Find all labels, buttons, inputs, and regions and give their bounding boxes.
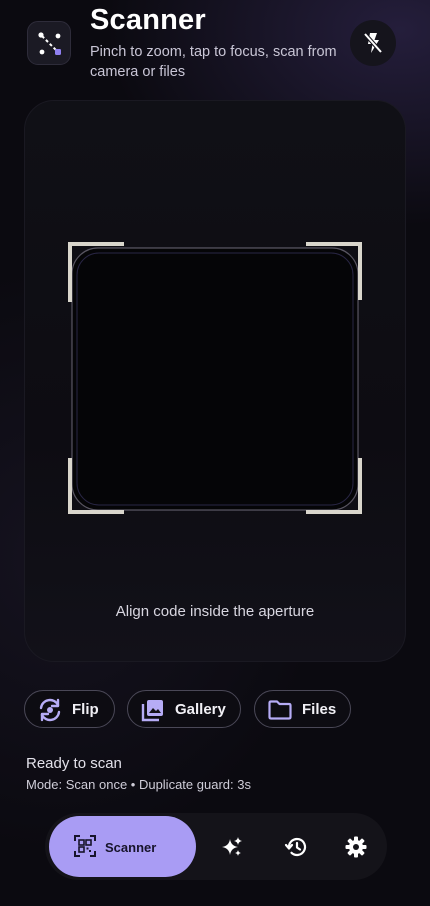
nav-tab-history[interactable] <box>276 827 316 867</box>
nav-tab-ai[interactable] <box>212 827 252 867</box>
nav-tab-settings[interactable] <box>336 827 376 867</box>
gallery-label: Gallery <box>175 701 226 718</box>
flip-camera-button[interactable]: Flip <box>24 690 115 728</box>
qr-scan-icon <box>74 835 96 857</box>
scan-mode-info: Mode: Scan once • Duplicate guard: 3s <box>26 777 251 792</box>
aperture-hint: Align code inside the aperture <box>115 603 315 620</box>
scanner-screen: Scanner Pinch to zoom, tap to focus, sca… <box>0 0 430 906</box>
gallery-button[interactable]: Gallery <box>127 690 241 728</box>
files-label: Files <box>302 701 337 718</box>
files-button[interactable]: Files <box>254 690 351 728</box>
bottom-navigation: Scanner <box>45 813 387 880</box>
settings-icon <box>345 836 367 858</box>
nav-scanner-label: Scanner <box>105 840 157 855</box>
flip-label: Flip <box>72 701 99 718</box>
nav-tab-scanner[interactable]: Scanner <box>49 816 196 877</box>
flip-camera-icon <box>39 698 61 722</box>
scan-status: Ready to scan <box>26 755 122 772</box>
history-icon <box>284 837 307 857</box>
sparkle-icon <box>222 837 242 856</box>
folder-icon <box>268 700 292 720</box>
gallery-icon <box>141 700 163 722</box>
